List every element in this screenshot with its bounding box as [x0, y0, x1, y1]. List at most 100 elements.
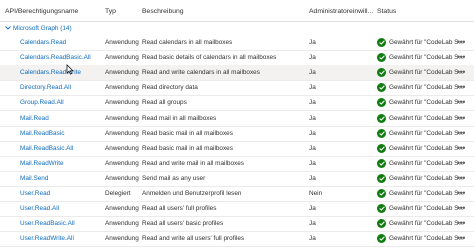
permission-name-link[interactable]: Calendars.ReadBasic.All: [20, 54, 91, 61]
permission-type: Anwendung: [105, 144, 139, 152]
permission-name-link[interactable]: Mail.ReadBasic.All: [20, 145, 73, 152]
column-header-admin[interactable]: Administratoreinwill...: [309, 8, 373, 15]
check-circle-icon: [377, 83, 386, 93]
table-row[interactable]: Mail.ReadBasic Anwendung Read basic mail i…: [0, 126, 474, 142]
more-options-icon[interactable]: •••: [457, 83, 465, 92]
column-header-api[interactable]: API/Berechtigungsname: [5, 8, 78, 15]
permission-description: Read calendars in all mailboxes: [142, 39, 233, 46]
table-row[interactable]: Calendars.Read Anwendung Read calendars in…: [0, 35, 474, 51]
admin-consent-required: Ja: [309, 129, 316, 137]
more-options-icon[interactable]: •••: [457, 189, 465, 198]
permission-name-link[interactable]: Calendars.Read: [20, 39, 66, 46]
permission-type: Anwendung: [105, 99, 139, 107]
permission-description: Read all groups: [142, 99, 187, 107]
status-text: Gewährt für "CodeLab S...: [389, 174, 464, 182]
more-options-icon[interactable]: •••: [457, 204, 465, 213]
table-row[interactable]: Mail.Send Anwendung Send mail as any user J…: [0, 171, 474, 187]
status-text: Gewährt für "CodeLab S...: [389, 205, 464, 213]
status-text: Gewährt für "CodeLab S...: [389, 235, 464, 243]
table-row[interactable]: Mail.ReadBasic.All Anwendung Read basic ma…: [0, 141, 474, 157]
check-circle-icon: [377, 204, 386, 214]
permission-description: Read directory data: [142, 84, 198, 92]
status-text: Gewährt für "CodeLab S...: [389, 144, 464, 152]
permission-name-link[interactable]: User.ReadBasic.All: [20, 220, 75, 227]
table-row[interactable]: Group.Read.All Anwendung Read all groups Ja…: [0, 95, 474, 112]
permission-name-link[interactable]: User.Read: [20, 190, 50, 197]
check-circle-icon: [377, 113, 386, 123]
column-header-type[interactable]: Typ: [105, 8, 116, 15]
admin-consent-required: Ja: [309, 144, 316, 152]
more-options-icon[interactable]: •••: [457, 53, 465, 62]
permission-description: Read basic mail in all mailboxes: [142, 144, 233, 152]
table-row[interactable]: User.ReadWrite.All Anwendung Read and writ…: [0, 231, 474, 248]
more-options-icon[interactable]: •••: [457, 234, 465, 243]
more-options-icon[interactable]: •••: [457, 38, 465, 47]
status-text: Gewährt für "CodeLab S...: [389, 84, 464, 92]
permission-name-link[interactable]: Directory.Read.All: [20, 84, 71, 91]
permission-name-link[interactable]: Mail.ReadWrite: [20, 160, 64, 167]
more-options-icon[interactable]: •••: [457, 128, 465, 137]
permission-type: Anwendung: [105, 220, 139, 228]
admin-consent-required: Ja: [309, 205, 316, 213]
check-circle-icon: [377, 98, 386, 108]
table-row[interactable]: User.Read Delegiert Anmelden und Benutzerp…: [0, 186, 474, 202]
status-text: Gewährt für "CodeLab S...: [389, 69, 464, 77]
more-options-icon[interactable]: •••: [457, 98, 465, 107]
permission-description: Read and write calendars in all mailboxe…: [142, 69, 260, 77]
permission-name-link[interactable]: Mail.Send: [20, 175, 48, 182]
admin-consent-required: Nein: [309, 190, 323, 197]
permission-description: Read basic details of calendars in all m…: [142, 54, 277, 62]
more-options-icon[interactable]: •••: [457, 158, 465, 167]
permission-type: Anwendung: [105, 129, 139, 137]
permission-name-link[interactable]: User.ReadWrite.All: [20, 235, 74, 242]
permission-name-link[interactable]: Mail.Read: [20, 115, 49, 122]
admin-consent-required: Ja: [309, 69, 316, 77]
admin-consent-required: Ja: [309, 235, 316, 243]
more-options-icon[interactable]: •••: [457, 143, 465, 152]
more-options-icon[interactable]: •••: [457, 113, 465, 122]
permission-description: Anmelden und Benutzerprofil lesen: [142, 190, 242, 197]
permission-description: Read and write mail in all mailboxes: [142, 159, 244, 167]
permission-description: Read mail in all mailboxes: [142, 114, 217, 122]
column-header-status[interactable]: Status: [377, 8, 396, 15]
group-microsoft-graph[interactable]: Microsoft Graph (14): [0, 22, 474, 35]
column-header-description[interactable]: Beschreibung: [142, 8, 184, 15]
check-circle-icon: [377, 189, 386, 198]
admin-consent-required: Ja: [309, 174, 316, 182]
permission-type: Anwendung: [105, 84, 139, 92]
permission-description: Read all users' basic profiles: [142, 220, 224, 228]
permission-type: Delegiert: [105, 190, 131, 197]
permission-type: Anwendung: [105, 69, 139, 77]
status-text: Gewährt für "CodeLab S...: [389, 99, 464, 107]
permission-description: Send mail as any user: [142, 174, 206, 182]
table-row[interactable]: Mail.Read Anwendung Read mail in all mailb…: [0, 111, 474, 127]
admin-consent-required: Ja: [309, 159, 316, 167]
table-row[interactable]: User.ReadBasic.All Anwendung Read all user…: [0, 216, 474, 233]
status-text: Gewährt für "CodeLab S...: [389, 39, 464, 46]
status-text: Gewährt für "CodeLab S...: [389, 190, 464, 197]
table-row[interactable]: Directory.Read.All Anwendung Read director…: [0, 80, 474, 97]
check-circle-icon: [377, 158, 386, 168]
permission-name-link[interactable]: Mail.ReadBasic: [20, 130, 64, 137]
admin-consent-required: Ja: [309, 84, 316, 92]
check-circle-icon: [377, 38, 386, 47]
more-options-icon[interactable]: •••: [457, 68, 465, 77]
check-circle-icon: [377, 234, 386, 244]
permission-description: Read all users' full profiles: [142, 205, 217, 213]
admin-consent-required: Ja: [309, 99, 316, 107]
check-circle-icon: [377, 173, 386, 183]
permission-description: Read and write all users' full profiles: [142, 235, 245, 243]
permission-name-link[interactable]: User.Read.All: [20, 205, 59, 212]
permission-name-link[interactable]: Group.Read.All: [20, 99, 64, 106]
permission-type: Anwendung: [105, 205, 139, 213]
more-options-icon[interactable]: •••: [457, 219, 465, 228]
check-circle-icon: [377, 53, 386, 63]
permission-type: Anwendung: [105, 235, 139, 243]
more-options-icon[interactable]: •••: [457, 173, 465, 182]
table-row[interactable]: Mail.ReadWrite Anwendung Read and write ma…: [0, 156, 474, 172]
admin-consent-required: Ja: [309, 54, 316, 62]
permission-type: Anwendung: [105, 174, 139, 182]
check-circle-icon: [377, 219, 386, 229]
table-row[interactable]: User.Read.All Anwendung Read all users' fu…: [0, 201, 474, 218]
admin-consent-required: Ja: [309, 114, 316, 122]
